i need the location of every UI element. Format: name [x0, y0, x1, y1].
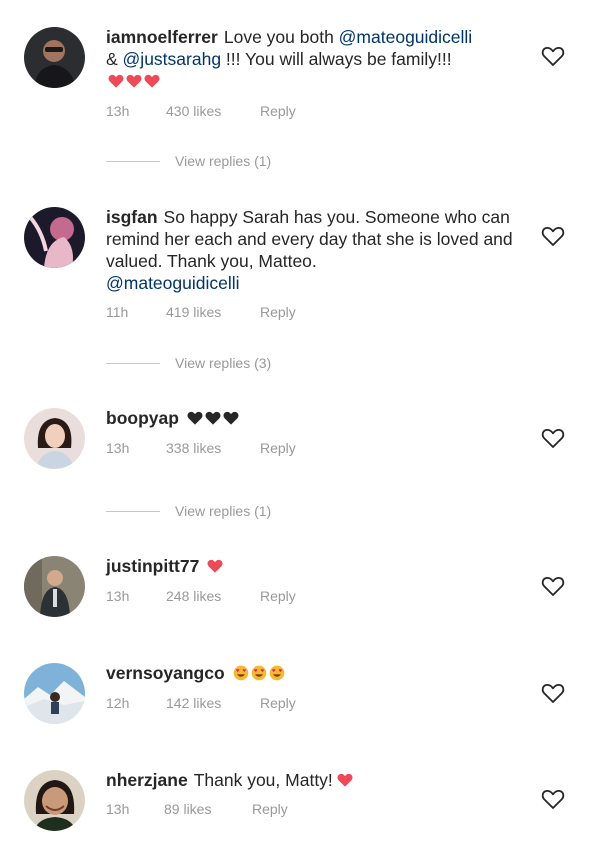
likes-count[interactable]: 89 likes [164, 801, 252, 817]
black-heart-icon [223, 410, 239, 426]
heart-eyes-face-icon [233, 665, 249, 681]
timestamp: 12h [106, 695, 130, 711]
view-replies-button[interactable]: View replies (1) [106, 503, 271, 519]
comment-text: iamnoelferrer Love you both @mateoguidice… [106, 26, 526, 92]
view-replies-button[interactable]: View replies (1) [106, 153, 271, 169]
mention-link[interactable]: @mateoguidicelli [339, 27, 473, 47]
username[interactable]: boopyap [106, 408, 179, 428]
red-heart-icon [108, 73, 124, 89]
black-heart-icon [187, 410, 203, 426]
timestamp: 13h [106, 103, 130, 119]
like-heart-icon[interactable] [541, 45, 565, 67]
likes-count[interactable]: 338 likes [166, 440, 260, 456]
divider [106, 510, 160, 512]
avatar[interactable] [24, 408, 85, 469]
username[interactable]: vernsoyangco [106, 663, 225, 683]
likes-count[interactable]: 430 likes [166, 103, 260, 119]
avatar[interactable] [24, 27, 85, 88]
username[interactable]: isgfan [106, 207, 158, 227]
timestamp: 11h [106, 304, 129, 320]
divider [106, 160, 160, 162]
username[interactable]: nherzjane [106, 770, 188, 790]
comment-meta: 11h 419 likes Reply [106, 304, 296, 320]
comment-meta: 13h 89 likes Reply [106, 801, 288, 817]
timestamp: 13h [106, 588, 130, 604]
avatar[interactable] [24, 207, 85, 268]
like-heart-icon[interactable] [541, 682, 565, 704]
like-heart-icon[interactable] [541, 788, 565, 810]
reply-button[interactable]: Reply [260, 304, 296, 320]
username[interactable]: justinpitt77 [106, 556, 199, 576]
divider [106, 362, 160, 364]
mention-link[interactable]: @mateoguidicelli [106, 273, 240, 293]
comment-text: nherzjane Thank you, Matty! [106, 769, 526, 791]
comment-meta: 12h 142 likes Reply [106, 695, 296, 711]
like-heart-icon[interactable] [541, 225, 565, 247]
likes-count[interactable]: 142 likes [166, 695, 260, 711]
like-heart-icon[interactable] [541, 575, 565, 597]
reply-button[interactable]: Reply [260, 103, 296, 119]
red-heart-icon [337, 772, 353, 788]
comment-meta: 13h 248 likes Reply [106, 588, 296, 604]
heart-eyes-face-icon [251, 665, 267, 681]
red-heart-icon [207, 558, 223, 574]
like-heart-icon[interactable] [541, 427, 565, 449]
comment-text: isgfan So happy Sarah has you. Someone wh… [106, 207, 513, 293]
black-heart-icon [205, 410, 221, 426]
red-heart-icon [144, 73, 160, 89]
username[interactable]: iamnoelferrer [106, 27, 218, 47]
comment-text: justinpitt77 [106, 555, 526, 577]
heart-eyes-face-icon [269, 665, 285, 681]
timestamp: 13h [106, 801, 130, 817]
red-heart-icon [126, 73, 142, 89]
avatar[interactable] [24, 663, 85, 724]
view-replies-button[interactable]: View replies (3) [106, 355, 271, 371]
likes-count[interactable]: 419 likes [166, 304, 260, 320]
avatar[interactable] [24, 556, 85, 617]
reply-button[interactable]: Reply [252, 801, 288, 817]
reply-button[interactable]: Reply [260, 695, 296, 711]
comment-text: vernsoyangco [106, 662, 526, 684]
comment-meta: 13h 430 likes Reply [106, 103, 296, 119]
comment-meta: 13h 338 likes Reply [106, 440, 296, 456]
timestamp: 13h [106, 440, 130, 456]
comment-text: boopyap [106, 407, 526, 429]
avatar[interactable] [24, 770, 85, 831]
reply-button[interactable]: Reply [260, 588, 296, 604]
likes-count[interactable]: 248 likes [166, 588, 260, 604]
mention-link[interactable]: @justsarahg [123, 49, 222, 69]
reply-button[interactable]: Reply [260, 440, 296, 456]
